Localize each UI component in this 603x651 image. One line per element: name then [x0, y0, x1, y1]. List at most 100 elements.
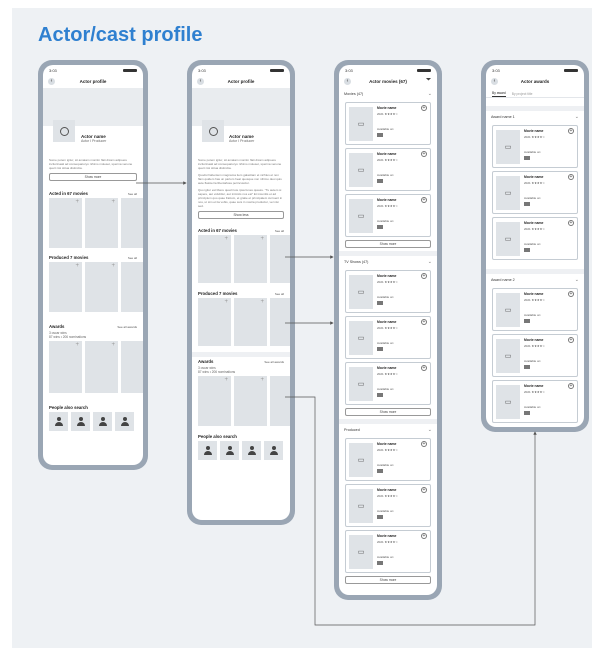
add-icon[interactable]: +: [421, 533, 427, 539]
group-header[interactable]: TV Shows (47) ⌄: [339, 256, 437, 267]
add-icon[interactable]: +: [421, 105, 427, 111]
phone-actor-awards: 3:03 ‹ Actor awards By award By project ti…: [481, 60, 589, 432]
movie-card[interactable]: +: [234, 235, 267, 283]
image-placeholder-icon: ▭: [349, 367, 373, 401]
show-more-button[interactable]: Show more: [345, 240, 431, 248]
bio-text: Some potem igitur, sit amatam monitm fla…: [49, 158, 133, 170]
add-icon[interactable]: +: [421, 273, 427, 279]
produced-see-all-link[interactable]: See all: [128, 256, 137, 260]
movie-card[interactable]: +: [85, 198, 118, 248]
acted-see-all-link[interactable]: See all: [275, 229, 284, 233]
movie-card[interactable]: +: [270, 298, 290, 346]
chevron-down-icon: ⌄: [574, 113, 579, 120]
movie-list-card[interactable]: ▭ Movie name 2021 ★★★★☆ Available on: +: [492, 288, 578, 331]
movie-list-card[interactable]: ▭ Movie name 2021 ★★★★☆ Available on: +: [345, 438, 431, 481]
show-more-button[interactable]: Show more: [345, 576, 431, 584]
person-card[interactable]: [71, 412, 90, 431]
add-icon[interactable]: +: [568, 174, 574, 180]
person-card[interactable]: [93, 412, 112, 431]
add-icon[interactable]: +: [568, 337, 574, 343]
screen: 3:03 ‹ Actor profile Actor name Actor I P…: [192, 65, 290, 520]
movie-list-card[interactable]: ▭ Movie name 2021 ★★★★☆ Available on: +: [345, 484, 431, 527]
award-group-header[interactable]: Award name 2 ⌄: [486, 274, 584, 285]
movie-year-rating: 2021 ★★★★☆: [377, 448, 398, 452]
movie-list-card[interactable]: ▭ Movie name 2021 ★★★★☆ Available on: +: [345, 148, 431, 191]
back-icon[interactable]: ‹: [491, 78, 498, 85]
movie-card[interactable]: +: [270, 235, 290, 283]
group-header[interactable]: Movies (47) ⌄: [339, 88, 437, 99]
movie-card[interactable]: +: [121, 198, 143, 248]
available-on-label: Available on:: [377, 219, 395, 223]
movie-card[interactable]: +: [121, 262, 143, 312]
awards-see-all-link[interactable]: See all awards: [264, 360, 284, 364]
people-row: [43, 412, 143, 431]
award-card[interactable]: +: [234, 376, 267, 426]
add-icon[interactable]: +: [421, 365, 427, 371]
add-icon[interactable]: +: [421, 197, 427, 203]
award-card[interactable]: +: [49, 341, 82, 393]
movie-list-card[interactable]: ▭ Movie name 2021 ★★★★☆ Available on: +: [492, 380, 578, 423]
movie-list-card[interactable]: ▭ Movie name 2021 ★★★★☆ Available on: +: [345, 270, 431, 313]
movie-list-card[interactable]: ▭ Movie name 2021 ★★★★☆ Available on: +: [345, 316, 431, 359]
avatar-icon: [53, 120, 75, 142]
movie-name: Movie name: [524, 338, 544, 342]
person-card[interactable]: [115, 412, 134, 431]
award-group-header[interactable]: Award name 1 ⌄: [486, 111, 584, 122]
award-card[interactable]: +: [270, 376, 290, 426]
tab-by-project-title[interactable]: By project title: [512, 92, 533, 97]
person-card[interactable]: [220, 441, 239, 460]
add-icon[interactable]: +: [421, 441, 427, 447]
produced-see-all-link[interactable]: See all: [275, 292, 284, 296]
movie-list-card[interactable]: ▭ Movie name 2021 ★★★★☆ Available on: +: [345, 530, 431, 573]
image-placeholder-icon: ▭: [496, 176, 520, 210]
movie-list-card[interactable]: ▭ Movie name 2021 ★★★★☆ Available on: +: [492, 334, 578, 377]
image-placeholder-icon: ▭: [496, 339, 520, 373]
movie-card[interactable]: +: [198, 235, 231, 283]
add-icon[interactable]: +: [421, 319, 427, 325]
person-card[interactable]: [49, 412, 68, 431]
people-section-header: People also search: [192, 432, 290, 441]
tab-by-award[interactable]: By award: [492, 91, 506, 97]
person-card[interactable]: [242, 441, 261, 460]
filter-icon[interactable]: ⏷: [426, 77, 431, 84]
available-on-label: Available on:: [524, 359, 542, 363]
add-icon[interactable]: +: [568, 128, 574, 134]
movie-card[interactable]: +: [49, 262, 82, 312]
movie-card[interactable]: +: [234, 298, 267, 346]
actor-role: Actor I Producer: [229, 139, 255, 143]
chevron-down-icon: ⌄: [427, 426, 432, 433]
add-icon[interactable]: +: [568, 291, 574, 297]
add-icon[interactable]: +: [568, 220, 574, 226]
acted-see-all-link[interactable]: See all: [128, 192, 137, 196]
movie-card[interactable]: +: [198, 298, 231, 346]
group-header[interactable]: Produced ⌄: [339, 424, 437, 435]
show-less-button[interactable]: Show less: [198, 211, 284, 219]
award-card[interactable]: +: [121, 341, 143, 393]
show-more-button[interactable]: Show more: [49, 173, 137, 181]
movie-list-card[interactable]: ▭ Movie name 2021 ★★★★☆ Available on: +: [492, 217, 578, 260]
award-card[interactable]: +: [198, 376, 231, 426]
awards-see-all-link[interactable]: See all awards: [117, 325, 137, 329]
streaming-logo: [524, 365, 530, 369]
back-icon[interactable]: ‹: [197, 78, 204, 85]
movie-card[interactable]: +: [49, 198, 82, 248]
movie-name: Movie name: [377, 106, 397, 110]
person-card[interactable]: [264, 441, 283, 460]
add-icon[interactable]: +: [421, 487, 427, 493]
add-icon[interactable]: +: [421, 151, 427, 157]
show-more-button[interactable]: Show more: [345, 408, 431, 416]
movie-year-rating: 2021 ★★★★☆: [524, 227, 545, 231]
movie-list-card[interactable]: ▭ Movie name 2021 ★★★★☆ Available on: +: [492, 171, 578, 214]
movie-list-card[interactable]: ▭ Movie name 2021 ★★★★☆ Available on: +: [345, 362, 431, 405]
movie-year-rating: 2021 ★★★★☆: [377, 372, 398, 376]
award-card[interactable]: +: [85, 341, 118, 393]
produced-title: Produced 7 movies: [49, 255, 89, 260]
back-icon[interactable]: ‹: [344, 78, 351, 85]
movie-list-card[interactable]: ▭ Movie name 2021 ★★★★☆ Available on: +: [492, 125, 578, 168]
movie-card[interactable]: +: [85, 262, 118, 312]
movie-list-card[interactable]: ▭ Movie name 2021 ★★★★☆ Available on: +: [345, 102, 431, 145]
movie-list-card[interactable]: ▭ Movie name 2021 ★★★★☆ Available on: +: [345, 194, 431, 237]
person-card[interactable]: [198, 441, 217, 460]
back-icon[interactable]: ‹: [48, 78, 55, 85]
add-icon[interactable]: +: [568, 383, 574, 389]
